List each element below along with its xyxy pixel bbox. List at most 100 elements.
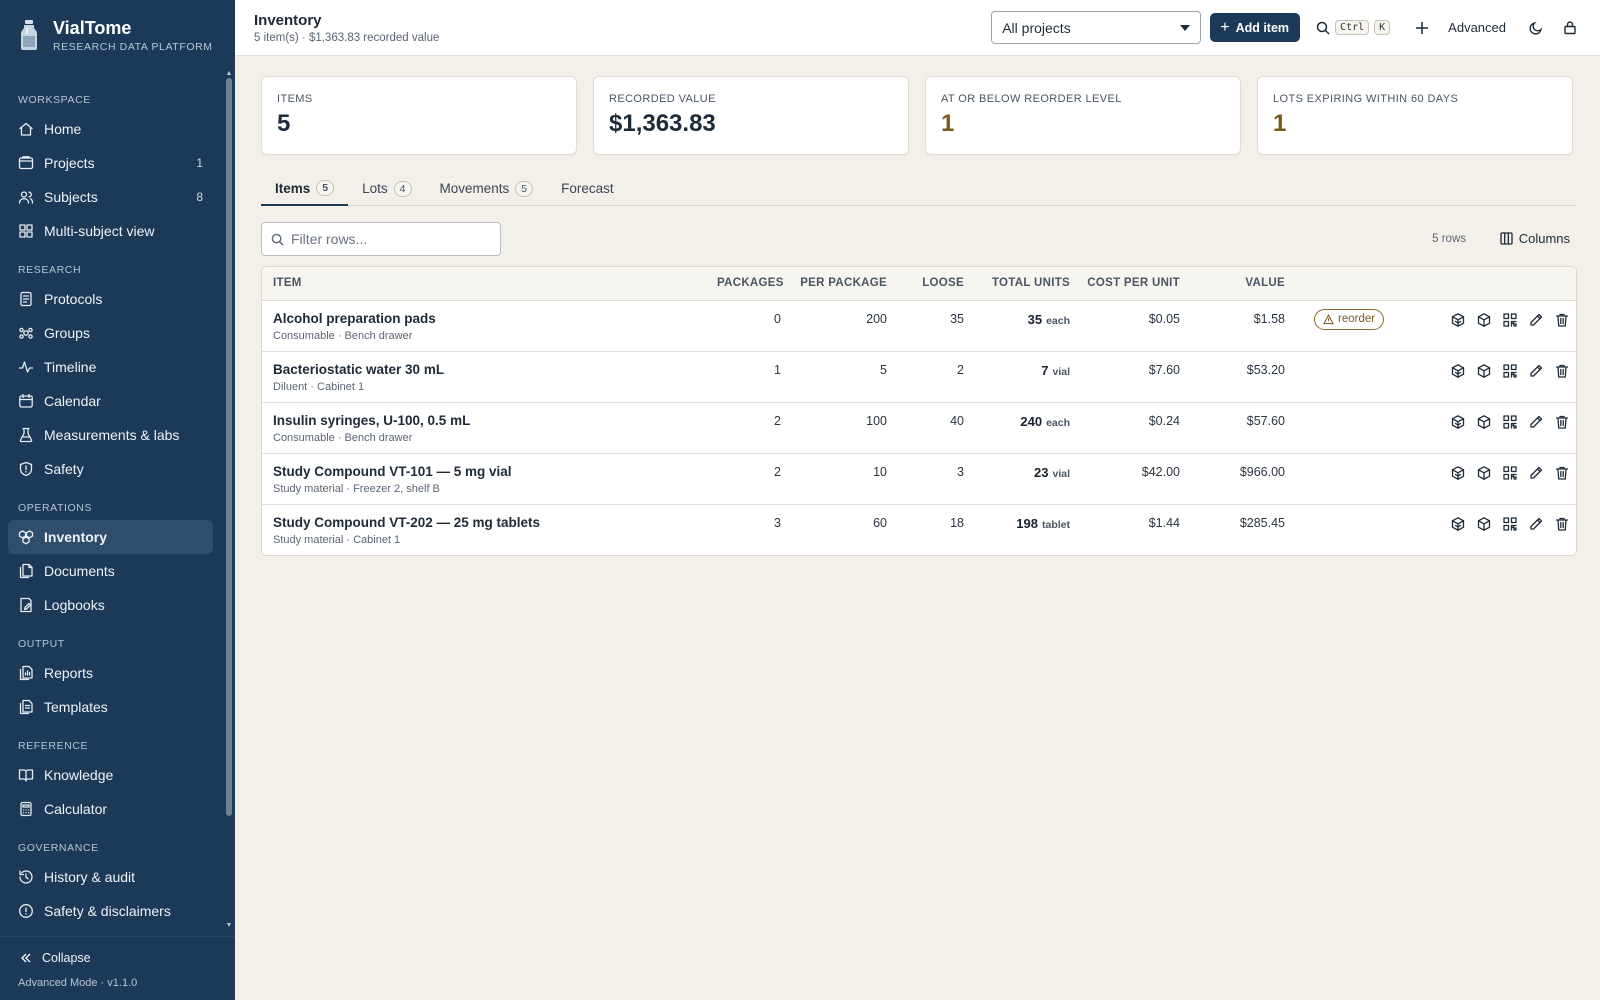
edit-item-button[interactable] xyxy=(1528,363,1544,379)
sidebar-item-home[interactable]: Home xyxy=(8,112,213,146)
brand[interactable]: VialTome RESEARCH DATA PLATFORM xyxy=(0,0,235,70)
lock-button[interactable] xyxy=(1560,18,1580,38)
dispense-stock-button[interactable] xyxy=(1476,465,1492,481)
delete-item-button[interactable] xyxy=(1554,516,1570,532)
packages-cell: 2 xyxy=(774,413,781,428)
item-name[interactable]: Alcohol preparation pads xyxy=(273,311,701,326)
sidebar-item-templates[interactable]: Templates xyxy=(8,690,213,724)
item-cell: Alcohol preparation pads Consumable · Ben… xyxy=(262,300,709,351)
dispense-stock-button[interactable] xyxy=(1476,363,1492,379)
delete-item-button[interactable] xyxy=(1554,312,1570,328)
qr-label-button[interactable] xyxy=(1502,363,1518,379)
quick-add-button[interactable] xyxy=(1412,18,1432,38)
filter-input[interactable] xyxy=(291,231,481,247)
delete-item-button[interactable] xyxy=(1554,465,1570,481)
kpi-value: 1 xyxy=(1273,110,1287,137)
table-row[interactable]: Insulin syringes, U-100, 0.5 mL Consumabl… xyxy=(262,402,1576,453)
advanced-mode-button[interactable]: Advanced xyxy=(1448,20,1506,35)
add-item-button[interactable]: + Add item xyxy=(1210,13,1301,42)
scroll-up-icon[interactable]: ▲ xyxy=(225,70,233,78)
sidebar-item-projects[interactable]: Projects 1 xyxy=(8,146,213,180)
trash-icon xyxy=(1555,517,1569,531)
search-button[interactable]: Ctrl K xyxy=(1316,20,1391,35)
flask-icon xyxy=(19,427,33,443)
reorder-badge-label: reorder xyxy=(1338,313,1376,325)
sidebar-item-documents[interactable]: Documents xyxy=(8,554,213,588)
column-header[interactable]: ITEM xyxy=(262,267,709,300)
delete-item-button[interactable] xyxy=(1554,363,1570,379)
table-row[interactable]: Alcohol preparation pads Consumable · Ben… xyxy=(262,300,1576,351)
theme-toggle-button[interactable] xyxy=(1526,18,1546,38)
qr-label-button[interactable] xyxy=(1502,516,1518,532)
column-header[interactable]: TOTAL UNITS xyxy=(972,267,1078,300)
sidebar-item-label: Knowledge xyxy=(44,767,114,783)
delete-item-button[interactable] xyxy=(1554,414,1570,430)
column-header[interactable]: PACKAGES xyxy=(709,267,789,300)
tab-movements[interactable]: Movements 5 xyxy=(426,172,548,205)
column-header[interactable]: VALUE xyxy=(1188,267,1293,300)
sidebar-item-knowledge[interactable]: Knowledge xyxy=(8,758,213,792)
columns-button[interactable]: Columns xyxy=(1500,231,1570,246)
sidebar-item-measurements-labs[interactable]: Measurements & labs xyxy=(8,418,213,452)
item-name[interactable]: Insulin syringes, U-100, 0.5 mL xyxy=(273,413,701,428)
sidebar-item-calculator[interactable]: Calculator xyxy=(8,792,213,826)
dispense-stock-button[interactable] xyxy=(1476,312,1492,328)
sidebar-item-logbooks[interactable]: Logbooks xyxy=(8,588,213,622)
sidebar-scrollbar[interactable]: ▲ ▼ xyxy=(225,70,233,930)
receive-stock-button[interactable] xyxy=(1450,363,1466,379)
tab-count-badge: 5 xyxy=(515,180,534,197)
qr-label-button[interactable] xyxy=(1502,312,1518,328)
sidebar-item-reports[interactable]: Reports xyxy=(8,656,213,690)
dispense-stock-button[interactable] xyxy=(1476,414,1492,430)
section-label: RESEARCH xyxy=(18,264,82,276)
table-row[interactable]: Study Compound VT-101 — 5 mg vial Study m… xyxy=(262,453,1576,504)
kbd-k: K xyxy=(1374,20,1391,35)
dispense-stock-button[interactable] xyxy=(1476,516,1492,532)
lock-icon xyxy=(1564,21,1576,35)
table-row[interactable]: Bacteriostatic water 30 mL Diluent · Cabi… xyxy=(262,351,1576,402)
column-header[interactable]: LOOSE xyxy=(895,267,972,300)
sidebar-item-safety-disclaimers[interactable]: Safety & disclaimers xyxy=(8,894,213,928)
table-row[interactable]: Study Compound VT-202 — 25 mg tablets Stu… xyxy=(262,504,1576,555)
inventory-table: ITEM PACKAGES PER PACKAGE LOOSE TOTAL UN… xyxy=(261,266,1577,556)
qr-label-button[interactable] xyxy=(1502,414,1518,430)
sidebar-item-label: Groups xyxy=(44,325,90,341)
item-name[interactable]: Study Compound VT-202 — 25 mg tablets xyxy=(273,515,701,530)
sidebar-item-safety[interactable]: Safety xyxy=(8,452,213,486)
edit-item-button[interactable] xyxy=(1528,414,1544,430)
receive-stock-button[interactable] xyxy=(1450,414,1466,430)
calculator-icon xyxy=(20,801,32,817)
sidebar-item-groups[interactable]: Groups xyxy=(8,316,213,350)
per-package-cell: 5 xyxy=(880,362,887,377)
sidebar-item-label: Calculator xyxy=(44,801,108,817)
edit-item-button[interactable] xyxy=(1528,312,1544,328)
edit-item-button[interactable] xyxy=(1528,516,1544,532)
tab-lots[interactable]: Lots 4 xyxy=(348,172,425,205)
receive-stock-button[interactable] xyxy=(1450,516,1466,532)
filter-box[interactable] xyxy=(261,222,501,256)
sidebar-item-calendar[interactable]: Calendar xyxy=(8,384,213,418)
sidebar-item-multi-subject-view[interactable]: Multi-subject view xyxy=(8,214,213,248)
tab-items[interactable]: Items 5 xyxy=(261,172,349,206)
project-select[interactable]: All projects xyxy=(991,11,1202,44)
section-label: OUTPUT xyxy=(18,638,65,650)
receive-stock-button[interactable] xyxy=(1450,465,1466,481)
sidebar-item-subjects[interactable]: Subjects 8 xyxy=(8,180,213,214)
kpi-label: ITEMS xyxy=(277,93,313,105)
sidebar-item-timeline[interactable]: Timeline xyxy=(8,350,213,384)
sidebar-item-protocols[interactable]: Protocols xyxy=(8,282,213,316)
qr-label-button[interactable] xyxy=(1502,465,1518,481)
item-name[interactable]: Bacteriostatic water 30 mL xyxy=(273,362,701,377)
kpi-label: LOTS EXPIRING WITHIN 60 DAYS xyxy=(1273,93,1459,105)
sidebar-item-inventory[interactable]: Inventory xyxy=(8,520,213,554)
scroll-thumb[interactable] xyxy=(226,78,232,816)
receive-stock-button[interactable] xyxy=(1450,312,1466,328)
tab-forecast[interactable]: Forecast xyxy=(547,172,628,205)
item-name[interactable]: Study Compound VT-101 — 5 mg vial xyxy=(273,464,701,479)
edit-item-button[interactable] xyxy=(1528,465,1544,481)
collapse-button[interactable]: Collapse xyxy=(0,943,235,973)
column-header[interactable]: COST PER UNIT xyxy=(1078,267,1188,300)
sidebar-item-history-audit[interactable]: History & audit xyxy=(8,860,213,894)
scroll-down-icon[interactable]: ▼ xyxy=(225,922,233,930)
column-header[interactable]: PER PACKAGE xyxy=(789,267,895,300)
